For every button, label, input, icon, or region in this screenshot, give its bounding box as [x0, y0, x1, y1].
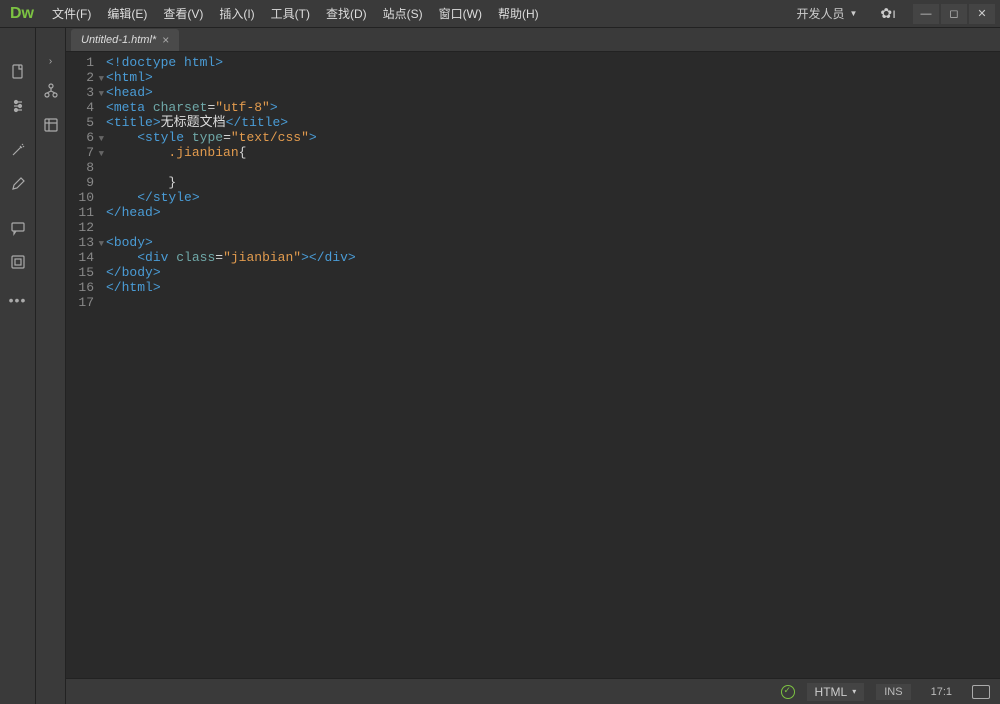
line-number: 3 [66, 85, 94, 100]
line-number: 6 [66, 130, 94, 145]
code-line[interactable]: <head> [106, 85, 1000, 100]
assets-icon[interactable] [37, 111, 65, 139]
preview-icon[interactable] [972, 685, 990, 699]
pen-icon[interactable] [4, 170, 32, 198]
fold-marker-icon[interactable]: ▼ [99, 147, 104, 162]
code-line[interactable]: <meta charset="utf-8"> [106, 100, 1000, 115]
line-number: 5 [66, 115, 94, 130]
line-number: 15 [66, 265, 94, 280]
code-line[interactable]: </body> [106, 265, 1000, 280]
secondary-sidebar: › [36, 28, 66, 704]
chevron-down-icon: ▼ [849, 9, 857, 18]
editor-area: Untitled-1.html* × 1▼2▼345▼6▼789101112▼1… [66, 28, 1000, 704]
fold-marker-icon[interactable]: ▼ [99, 87, 104, 102]
menu-item-4[interactable]: 工具(T) [263, 5, 318, 22]
line-number: 8 [66, 160, 94, 175]
code-line[interactable]: <body> [106, 235, 1000, 250]
line-number: 10 [66, 190, 94, 205]
window-controls: — ◻ ✕ [911, 4, 995, 24]
line-number: 11 [66, 205, 94, 220]
code-line[interactable]: <html> [106, 70, 1000, 85]
manage-icon[interactable] [4, 92, 32, 120]
right-controls: 开发人员 ▼ ✿ı — ◻ ✕ [788, 4, 995, 24]
workspace-label: 开发人员 [796, 5, 844, 22]
code-line[interactable]: </style> [106, 190, 1000, 205]
extract-icon[interactable] [4, 248, 32, 276]
status-bar: HTML ▾ INS 17:1 [66, 678, 1000, 704]
menu-item-3[interactable]: 插入(I) [211, 5, 262, 22]
code-line[interactable] [106, 220, 1000, 235]
close-button[interactable]: ✕ [969, 4, 995, 24]
language-dropdown[interactable]: HTML ▾ [807, 683, 865, 701]
code-line[interactable]: </html> [106, 280, 1000, 295]
menu-item-6[interactable]: 站点(S) [375, 5, 431, 22]
maximize-button[interactable]: ◻ [941, 4, 967, 24]
chevron-down-icon: ▾ [852, 687, 856, 696]
menu-item-2[interactable]: 查看(V) [155, 5, 211, 22]
comment-icon[interactable] [4, 214, 32, 242]
language-label: HTML [815, 685, 848, 699]
settings-icon[interactable]: ✿ı [875, 5, 901, 22]
tab-label: Untitled-1.html* [81, 34, 156, 46]
line-number: 17 [66, 295, 94, 310]
insert-mode[interactable]: INS [876, 684, 910, 700]
line-number: 9 [66, 175, 94, 190]
code-line[interactable]: <div class="jianbian"></div> [106, 250, 1000, 265]
workspace-dropdown[interactable]: 开发人员 ▼ [788, 5, 865, 22]
fold-marker-icon[interactable]: ▼ [99, 132, 104, 147]
cursor-position: 17:1 [923, 684, 960, 700]
menu-item-8[interactable]: 帮助(H) [490, 5, 547, 22]
more-icon[interactable]: ••• [9, 292, 27, 308]
code-line[interactable] [106, 295, 1000, 310]
minimize-button[interactable]: — [913, 4, 939, 24]
line-number: 2 [66, 70, 94, 85]
line-number: 12 [66, 220, 94, 235]
app-logo: Dw [5, 5, 44, 23]
left-sidebar: ••• [0, 28, 36, 704]
fold-marker-icon[interactable]: ▼ [99, 72, 104, 87]
code-line[interactable]: } [106, 175, 1000, 190]
title-bar: Dw 文件(F)编辑(E)查看(V)插入(I)工具(T)查找(D)站点(S)窗口… [0, 0, 1000, 28]
line-number: 4 [66, 100, 94, 115]
file-icon[interactable] [4, 58, 32, 86]
tab-close-icon[interactable]: × [162, 33, 169, 47]
menu-item-7[interactable]: 窗口(W) [431, 5, 490, 22]
menu-item-0[interactable]: 文件(F) [44, 5, 99, 22]
line-number: 7 [66, 145, 94, 160]
code-line[interactable]: <style type="text/css"> [106, 130, 1000, 145]
fold-marker-icon[interactable]: ▼ [99, 237, 104, 252]
main-area: ••• › Untitled-1.html* × 1 ▼ 2 ▼ 345 ▼ 6 ▼ 78910… [0, 28, 1000, 704]
status-ok-icon[interactable] [781, 685, 795, 699]
menu-item-5[interactable]: 查找(D) [318, 5, 375, 22]
code-line[interactable]: <!doctype html> [106, 55, 1000, 70]
line-number: 16 [66, 280, 94, 295]
code-lines[interactable]: <!doctype html><html><head><meta charset… [106, 52, 1000, 678]
code-line[interactable]: </head> [106, 205, 1000, 220]
code-line[interactable] [106, 160, 1000, 175]
line-number: 14 [66, 250, 94, 265]
line-number: 1 [66, 55, 94, 70]
site-tree-icon[interactable] [37, 77, 65, 105]
code-line[interactable]: .jianbian{ [106, 145, 1000, 160]
collapse-icon[interactable]: › [49, 56, 52, 67]
menu-item-1[interactable]: 编辑(E) [99, 5, 155, 22]
code-editor[interactable]: 1 ▼ 2 ▼ 345 ▼ 6 ▼ 789101112 ▼ 1314151617 <!doctype… [66, 52, 1000, 678]
document-tab[interactable]: Untitled-1.html* × [71, 29, 179, 51]
tab-bar: Untitled-1.html* × [66, 28, 1000, 52]
code-line[interactable]: <title>无标题文档</title> [106, 115, 1000, 130]
menu-bar: 文件(F)编辑(E)查看(V)插入(I)工具(T)查找(D)站点(S)窗口(W)… [44, 5, 788, 22]
line-number: 13 [66, 235, 94, 250]
wand-icon[interactable] [4, 136, 32, 164]
gutter: 1 ▼ 2 ▼ 345 ▼ 6 ▼ 789101112 ▼ 1314151617 [66, 52, 106, 678]
